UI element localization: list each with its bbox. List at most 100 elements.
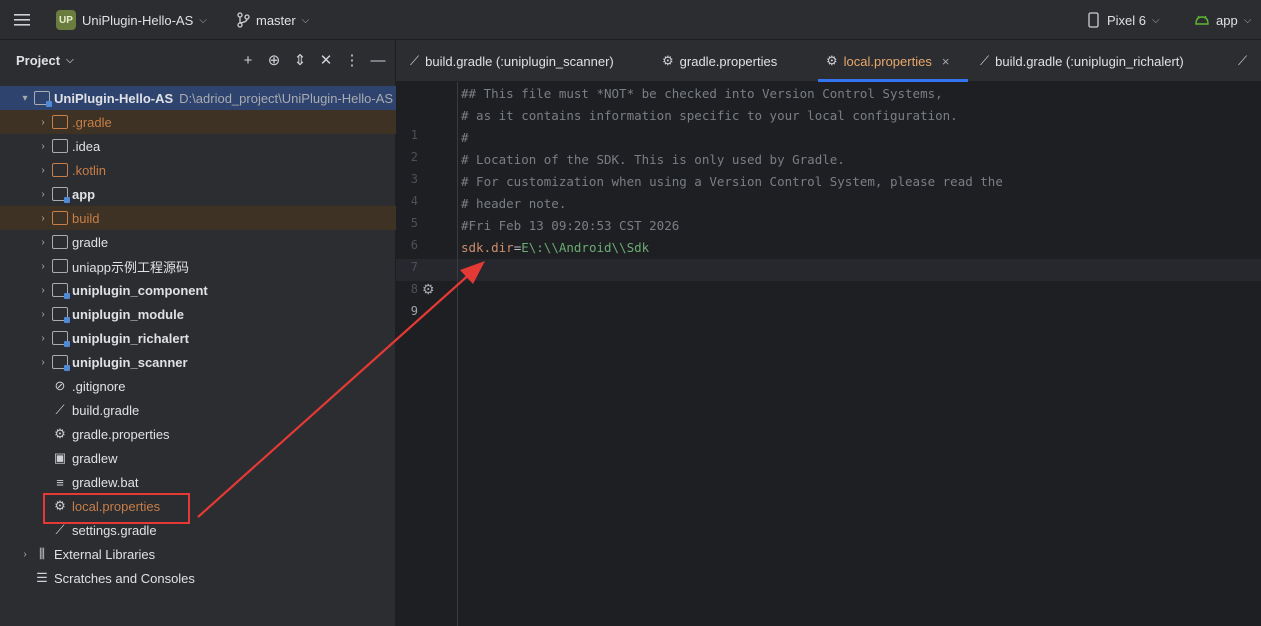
tab-local-properties[interactable]: ⚙ local.properties × xyxy=(818,40,968,82)
highlight-box xyxy=(43,493,190,524)
expand-icon[interactable]: ⇕ xyxy=(292,50,308,70)
tree-item-gradle-dir[interactable]: › .gradle xyxy=(0,110,396,134)
code-line[interactable]: # xyxy=(461,130,469,145)
chevron-right-icon[interactable]: › xyxy=(36,117,50,128)
code-line[interactable]: # as it contains information specific to… xyxy=(461,108,958,123)
chevron-right-icon[interactable]: › xyxy=(36,189,50,200)
target-icon[interactable]: ⊕ xyxy=(266,50,282,70)
line-number: 8 xyxy=(410,282,418,296)
gradle-icon: ⟋ xyxy=(55,522,65,537)
code-line[interactable]: #Fri Feb 13 09:20:53 CST 2026 xyxy=(461,218,679,233)
tree-item-label: gradlew xyxy=(72,450,118,466)
folder-icon xyxy=(52,211,68,225)
tree-item-gradle-properties[interactable]: ⚙ gradle.properties xyxy=(0,422,396,446)
current-line-highlight xyxy=(396,259,1261,281)
tree-item-label: settings.gradle xyxy=(72,522,157,538)
tree-item-external-libraries[interactable]: › ⫼ External Libraries xyxy=(0,542,396,566)
tree-item-gradlew[interactable]: ▣ gradlew xyxy=(0,446,396,470)
tab-label: local.properties xyxy=(843,53,932,69)
branch-name: master xyxy=(256,12,296,28)
chevron-right-icon[interactable]: › xyxy=(36,309,50,320)
tree-item-label: .gradle xyxy=(72,114,112,130)
tree-item-label: gradle xyxy=(72,234,109,250)
ignore-file-icon: ⊘ xyxy=(54,378,66,393)
close-icon[interactable]: × xyxy=(942,54,950,69)
gear-icon: ⚙ xyxy=(54,426,66,441)
tree-root-path: D:\adriod_project\UniPlugin-Hello-AS xyxy=(179,90,394,106)
tree-item-gradle[interactable]: › gradle xyxy=(0,230,396,254)
tab-build-gradle-richalert[interactable]: ⟋ build.gradle (:uniplugin_richalert) xyxy=(972,40,1192,82)
chevron-right-icon[interactable]: › xyxy=(36,237,50,248)
tree-item-idea[interactable]: › .idea xyxy=(0,134,396,158)
chevron-right-icon[interactable]: › xyxy=(36,141,50,152)
project-view-selector[interactable]: Project ⌵ xyxy=(16,53,74,68)
collapse-icon[interactable]: ✕ xyxy=(318,50,334,70)
tree-root-label: UniPlugin-Hello-AS xyxy=(54,90,174,106)
tree-item-label: app xyxy=(72,186,96,202)
code-line-sdk[interactable]: sdk.dir=E\:\\Android\\Sdk xyxy=(461,240,649,255)
code-line[interactable]: ## This file must *NOT* be checked into … xyxy=(461,86,943,101)
tab-build-gradle-scanner[interactable]: ⟋ build.gradle (:uniplugin_scanner) xyxy=(402,40,622,82)
tree-item-uniplugin-module[interactable]: › uniplugin_module xyxy=(0,302,396,326)
tree-item-app[interactable]: › app xyxy=(0,182,396,206)
tree-item-label: .gitignore xyxy=(72,378,126,394)
chevron-right-icon[interactable]: › xyxy=(18,549,32,560)
code-line[interactable]: # For customization when using a Version… xyxy=(461,174,1003,189)
gear-icon[interactable]: ⚙ xyxy=(422,281,435,298)
tree-item-label: External Libraries xyxy=(54,546,156,562)
chevron-right-icon[interactable]: › xyxy=(36,213,50,224)
tree-item-uniplugin-scanner[interactable]: › uniplugin_scanner xyxy=(0,350,396,374)
folder-icon xyxy=(52,235,68,249)
add-icon[interactable]: + xyxy=(240,50,256,70)
tree-item-kotlin[interactable]: › .kotlin xyxy=(0,158,396,182)
tree-item-label: uniplugin_component xyxy=(72,282,208,298)
editor-tabs: ⟋ build.gradle (:uniplugin_scanner) ⚙ gr… xyxy=(396,40,1261,82)
tree-item-uniapp-source[interactable]: › uniapp示例工程源码 xyxy=(0,254,396,278)
module-folder-icon xyxy=(34,91,52,107)
minimize-icon[interactable]: — xyxy=(370,50,386,70)
tree-item-gitignore[interactable]: ⊘ .gitignore xyxy=(0,374,396,398)
folder-icon xyxy=(52,259,68,273)
line-number: 4 xyxy=(410,194,418,208)
code-line[interactable]: # Location of the SDK. This is only used… xyxy=(461,152,845,167)
tree-root[interactable]: ▾ UniPlugin-Hello-AS D:\adriod_project\U… xyxy=(0,86,396,110)
property-key: sdk.dir xyxy=(461,240,514,255)
tree-item-build[interactable]: › build xyxy=(0,206,396,230)
folder-icon xyxy=(52,115,68,129)
chevron-right-icon[interactable]: › xyxy=(36,357,50,368)
tree-item-uniplugin-richalert[interactable]: › uniplugin_richalert xyxy=(0,326,396,350)
project-selector[interactable]: UP UniPlugin-Hello-AS ⌵ xyxy=(56,0,207,40)
run-config-selector[interactable]: app ⌵ xyxy=(1194,0,1251,40)
more-icon[interactable]: ⋮ xyxy=(344,50,360,70)
tree-item-gradlew-bat[interactable]: ≡ gradlew.bat xyxy=(0,470,396,494)
branch-selector[interactable]: master ⌵ xyxy=(236,0,309,40)
title-bar: UP UniPlugin-Hello-AS ⌵ master ⌵ Pixel 6… xyxy=(0,0,1261,40)
chevron-down-icon[interactable]: ▾ xyxy=(18,93,32,104)
tab-gradle-properties[interactable]: ⚙ gradle.properties xyxy=(654,40,785,82)
project-panel-header: Project ⌵ + ⊕ ⇕ ✕ ⋮ — xyxy=(0,40,396,82)
device-icon xyxy=(1088,12,1099,28)
tree-item-label: .kotlin xyxy=(72,162,106,178)
tree-item-uniplugin-component[interactable]: › uniplugin_component xyxy=(0,278,396,302)
tab-label: build.gradle (:uniplugin_richalert) xyxy=(995,53,1184,69)
line-number: 1 xyxy=(410,128,418,142)
tab-overflow[interactable]: ⟋ xyxy=(1230,40,1255,82)
project-panel-title: Project xyxy=(16,53,61,68)
chevron-right-icon[interactable]: › xyxy=(36,165,50,176)
module-folder-icon xyxy=(52,331,70,347)
device-name: Pixel 6 xyxy=(1107,12,1147,28)
project-badge: UP xyxy=(56,10,76,30)
gradle-icon: ⟋ xyxy=(980,53,990,68)
tree-item-label: build.gradle xyxy=(72,402,140,418)
tree-item-label: Scratches and Consoles xyxy=(54,570,195,586)
tree-item-scratches[interactable]: ☰ Scratches and Consoles xyxy=(0,566,396,590)
code-line[interactable]: # header note. xyxy=(461,196,566,211)
tree-item-label: gradle.properties xyxy=(72,426,170,442)
chevron-right-icon[interactable]: › xyxy=(36,285,50,296)
chevron-right-icon[interactable]: › xyxy=(36,333,50,344)
chevron-right-icon[interactable]: › xyxy=(36,261,50,272)
property-value: E\:\\Android\\Sdk xyxy=(521,240,650,255)
main-menu-button[interactable] xyxy=(12,0,32,40)
tree-item-build-gradle[interactable]: ⟋ build.gradle xyxy=(0,398,396,422)
device-selector[interactable]: Pixel 6 ⌵ xyxy=(1087,0,1160,40)
